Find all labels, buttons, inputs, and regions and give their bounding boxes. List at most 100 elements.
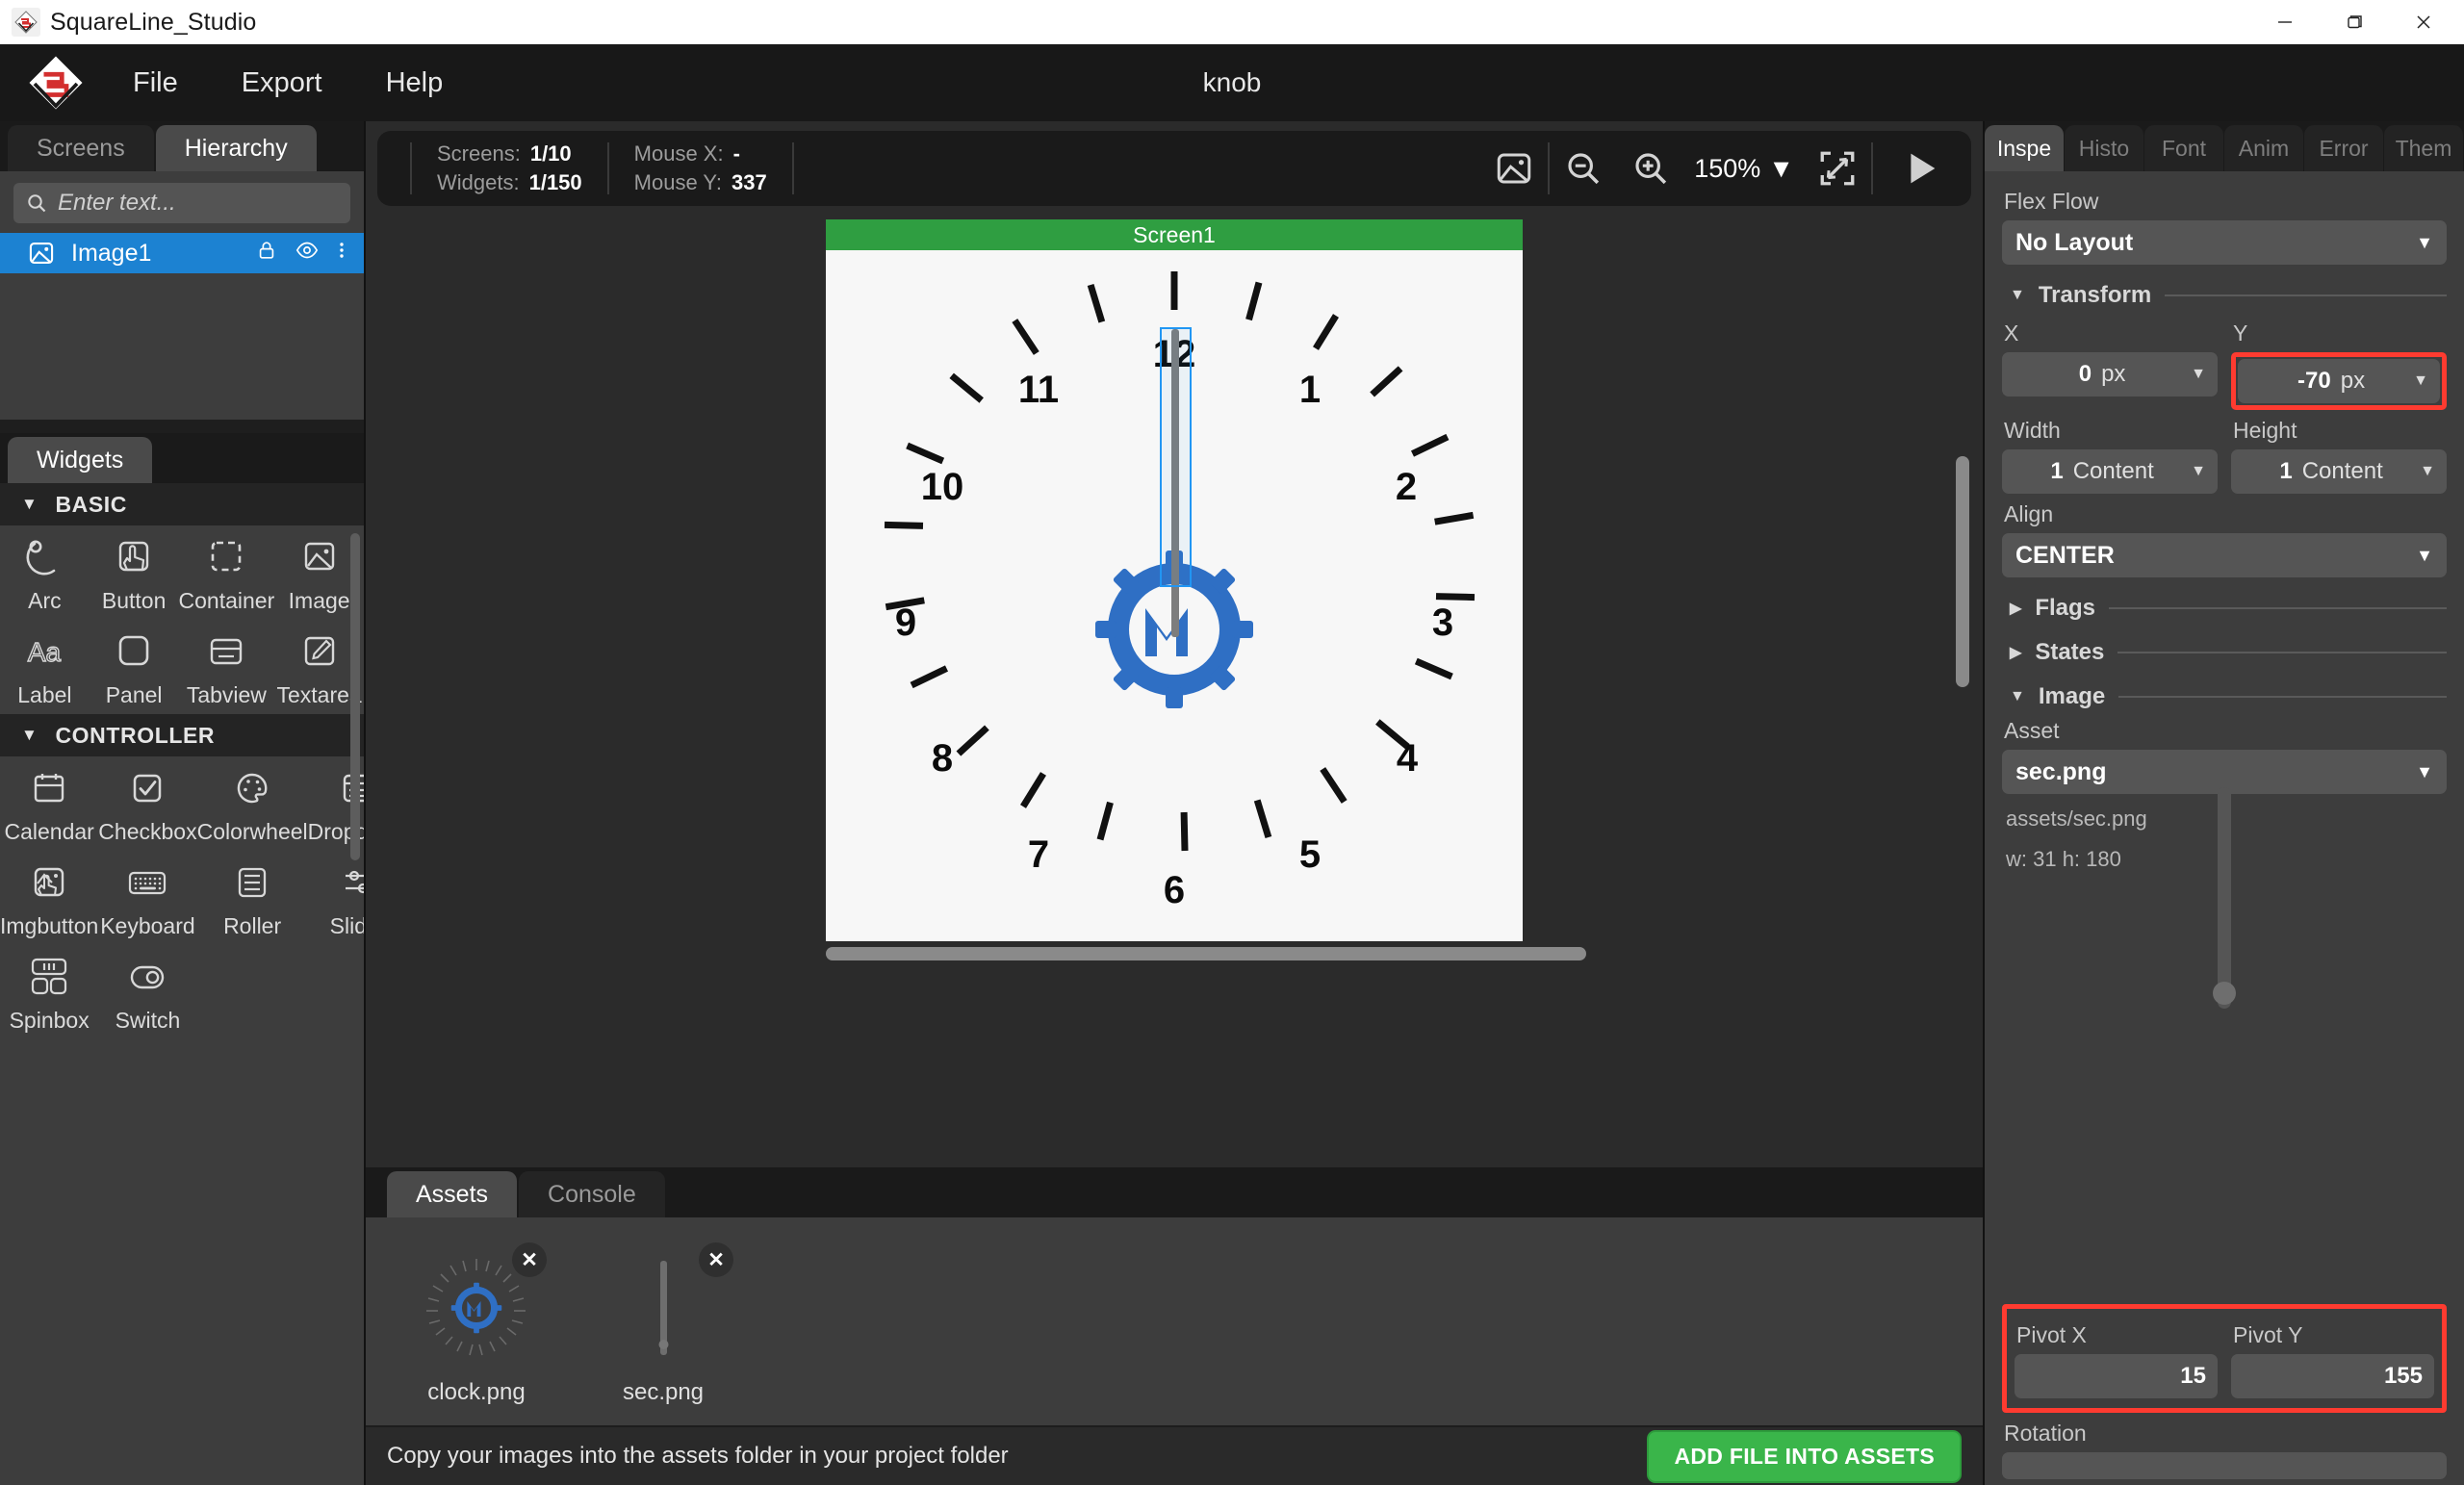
inspector-scroll-slider[interactable]	[2213, 787, 2236, 1009]
height-input[interactable]: 1 Content ▼	[2231, 449, 2447, 494]
image-section-header[interactable]: ▼ Image	[2010, 683, 2447, 710]
pivot-labels-row: Pivot X Pivot Y	[2015, 1315, 2434, 1354]
assets-status-bar: Copy your images into the assets folder …	[366, 1425, 1983, 1485]
chevron-down-icon[interactable]: ▼	[2191, 366, 2206, 383]
svg-text:6: 6	[1164, 869, 1185, 911]
minimize-button[interactable]	[2250, 0, 2320, 44]
menu-help[interactable]: Help	[361, 62, 469, 105]
widget-keyboard[interactable]: Keyboard	[98, 851, 196, 945]
widget-slider[interactable]: Slider	[308, 851, 364, 945]
tab-hierarchy[interactable]: Hierarchy	[155, 125, 317, 171]
menu-file[interactable]: File	[108, 62, 203, 105]
rotation-label: Rotation	[2004, 1421, 2087, 1446]
widgets-panel: ▼ BASIC Arc Button Container Image Aa La…	[0, 483, 364, 1485]
asset-item[interactable]: clock.png ✕	[404, 1242, 549, 1425]
y-field-highlight: -70 px ▼	[2231, 352, 2447, 410]
states-section-header[interactable]: ▶ States	[2010, 639, 2447, 666]
zoom-out-button[interactable]	[1550, 148, 1617, 189]
more-options-icon[interactable]	[337, 239, 346, 269]
slider-knob[interactable]	[2213, 982, 2236, 1005]
pivot-x-input[interactable]: 15	[2015, 1354, 2218, 1398]
screen-name-bar[interactable]: Screen1	[826, 219, 1523, 250]
widget-switch[interactable]: Switch	[98, 945, 196, 1039]
tab-error[interactable]: Error	[2304, 125, 2383, 171]
eye-icon[interactable]	[295, 239, 320, 269]
transform-section-header[interactable]: ▼ Transform	[2010, 282, 2447, 309]
zoom-in-button[interactable]	[1617, 148, 1684, 189]
add-file-into-assets-button[interactable]: ADD FILE INTO ASSETS	[1647, 1429, 1962, 1483]
maximize-button[interactable]	[2320, 0, 2389, 44]
tab-font[interactable]: Font	[2144, 125, 2223, 171]
asset-value: sec.png	[2015, 757, 2107, 785]
tab-console[interactable]: Console	[519, 1171, 665, 1217]
y-input[interactable]: -70 px ▼	[2238, 359, 2440, 403]
widget-button-label: Button	[101, 587, 167, 613]
svg-text:8: 8	[932, 737, 953, 780]
play-preview-button[interactable]	[1873, 146, 1971, 191]
widget-button[interactable]: Button	[90, 525, 179, 620]
panel-icon	[111, 627, 157, 677]
widget-label[interactable]: Aa Label	[0, 620, 90, 714]
remove-asset-button[interactable]: ✕	[699, 1242, 733, 1277]
tab-anim[interactable]: Anim	[2224, 125, 2303, 171]
widget-checkbox[interactable]: Checkbox	[98, 756, 197, 851]
svg-text:7: 7	[1028, 833, 1049, 876]
chevron-down-icon: ▼	[2416, 761, 2433, 781]
design-canvas[interactable]: 12 1 2 3 4 5 6 7 8 9 10 11	[826, 250, 1523, 941]
pivot-y-input[interactable]: 155	[2231, 1354, 2434, 1398]
align-dropdown[interactable]: CENTER ▼	[2002, 533, 2447, 577]
tab-theme[interactable]: Them	[2384, 125, 2463, 171]
remove-asset-button[interactable]: ✕	[512, 1242, 547, 1277]
widget-label-label: Label	[17, 681, 72, 707]
arc-icon	[21, 532, 67, 582]
widget-arc[interactable]: Arc	[0, 525, 90, 620]
menu-export[interactable]: Export	[217, 62, 347, 105]
y-unit: px	[2340, 368, 2366, 394]
widget-panel[interactable]: Panel	[90, 620, 179, 714]
widget-colorwheel[interactable]: Colorwheel	[197, 756, 308, 851]
rotation-input[interactable]	[2002, 1452, 2447, 1479]
lock-icon[interactable]	[256, 239, 277, 269]
fit-to-screen-button[interactable]	[1804, 148, 1871, 189]
tab-widgets[interactable]: Widgets	[8, 437, 153, 483]
canvas-horizontal-scrollbar[interactable]	[826, 947, 1586, 960]
tab-history[interactable]: Histo	[2065, 125, 2143, 171]
width-input[interactable]: 1 Content ▼	[2002, 449, 2218, 494]
x-input[interactable]: 0 px ▼	[2002, 352, 2218, 397]
widget-section-controller[interactable]: ▼ CONTROLLER	[0, 714, 364, 756]
tab-screens[interactable]: Screens	[8, 125, 154, 171]
flex-flow-value: No Layout	[2015, 228, 2134, 256]
close-button[interactable]	[2389, 0, 2458, 44]
widgets-scrollbar[interactable]	[350, 533, 360, 860]
svg-text:10: 10	[921, 466, 964, 508]
selection-bounding-box[interactable]	[1160, 327, 1192, 587]
scrollbar-thumb[interactable]	[826, 947, 1586, 960]
flags-section-header[interactable]: ▶ Flags	[2010, 595, 2447, 622]
search-input[interactable]: Enter text...	[13, 183, 350, 223]
chevron-down-icon[interactable]: ▼	[2191, 463, 2206, 480]
widget-section-basic[interactable]: ▼ BASIC	[0, 483, 364, 525]
tab-inspector[interactable]: Inspe	[1985, 125, 2064, 171]
inspector-body: Flex Flow No Layout ▼ ▼ Transform X Y 0 …	[1985, 171, 2464, 1304]
tree-item-image1[interactable]: Image1	[0, 233, 364, 273]
canvas-vertical-scrollbar[interactable]	[1956, 456, 1969, 687]
widget-imgbutton[interactable]: Imgbutton	[0, 851, 98, 945]
widget-spinbox[interactable]: Spinbox	[0, 945, 98, 1039]
flex-flow-label: Flex Flow	[2004, 189, 2099, 214]
screenshot-button[interactable]	[1480, 148, 1548, 189]
flex-flow-dropdown[interactable]: No Layout ▼	[2002, 220, 2447, 265]
widget-textarea-label: Textarea	[276, 681, 362, 707]
chevron-down-icon[interactable]: ▼	[2420, 463, 2435, 480]
widget-roller[interactable]: Roller	[197, 851, 308, 945]
asset-item[interactable]: sec.png ✕	[591, 1242, 735, 1425]
height-unit: Content	[2301, 458, 2383, 484]
chevron-down-icon[interactable]: ▼	[2413, 372, 2428, 390]
widget-calendar[interactable]: Calendar	[0, 756, 98, 851]
widget-tabview[interactable]: Tabview	[179, 620, 275, 714]
svg-text:Aa: Aa	[28, 637, 62, 667]
widget-container[interactable]: Container	[179, 525, 274, 620]
svg-text:4: 4	[1397, 737, 1419, 780]
tab-assets[interactable]: Assets	[387, 1171, 518, 1217]
mouse-coords: Mouse X: - Mouse Y: 337	[609, 140, 792, 196]
zoom-level-dropdown[interactable]: 150% ▼	[1684, 154, 1804, 184]
